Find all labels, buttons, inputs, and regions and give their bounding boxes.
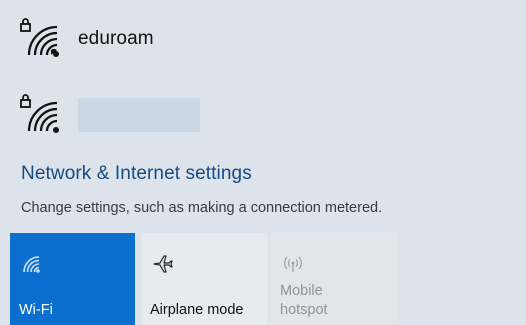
network-name-redacted xyxy=(78,98,200,132)
network-item-hidden[interactable] xyxy=(0,80,526,150)
network-item-eduroam[interactable]: eduroam xyxy=(0,4,526,74)
network-name: eduroam xyxy=(78,28,154,49)
wifi-tile-label: Wi-Fi xyxy=(19,302,53,318)
wifi-toggle-tile[interactable]: Wi-Fi xyxy=(10,233,135,325)
airplane-icon xyxy=(151,253,173,280)
wifi-secured-icon xyxy=(20,17,64,61)
mobile-hotspot-tile[interactable]: Mobile hotspot xyxy=(271,233,397,325)
airplane-mode-tile[interactable]: Airplane mode xyxy=(141,233,267,325)
wifi-secured-icon xyxy=(20,93,64,137)
airplane-tile-label: Airplane mode xyxy=(150,302,244,318)
hotspot-icon xyxy=(281,253,305,280)
hotspot-tile-label: Mobile hotspot xyxy=(280,283,328,318)
network-internet-settings-link[interactable]: Network & Internet settings xyxy=(21,163,252,185)
wifi-icon xyxy=(20,253,42,280)
settings-description: Change settings, such as making a connec… xyxy=(21,200,383,216)
